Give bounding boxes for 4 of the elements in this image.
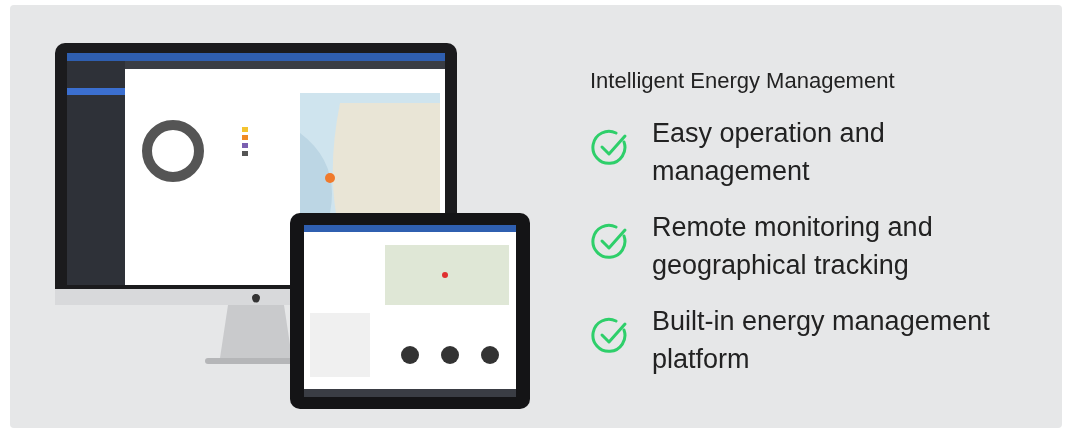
heading: Intelligent Energy Management [590, 68, 896, 94]
feature-text: Built-in energy management platform [652, 305, 991, 376]
feature-text: Remote monitoring and geographical tracking [652, 211, 934, 282]
feature-text: Easy operation and management [652, 117, 886, 188]
